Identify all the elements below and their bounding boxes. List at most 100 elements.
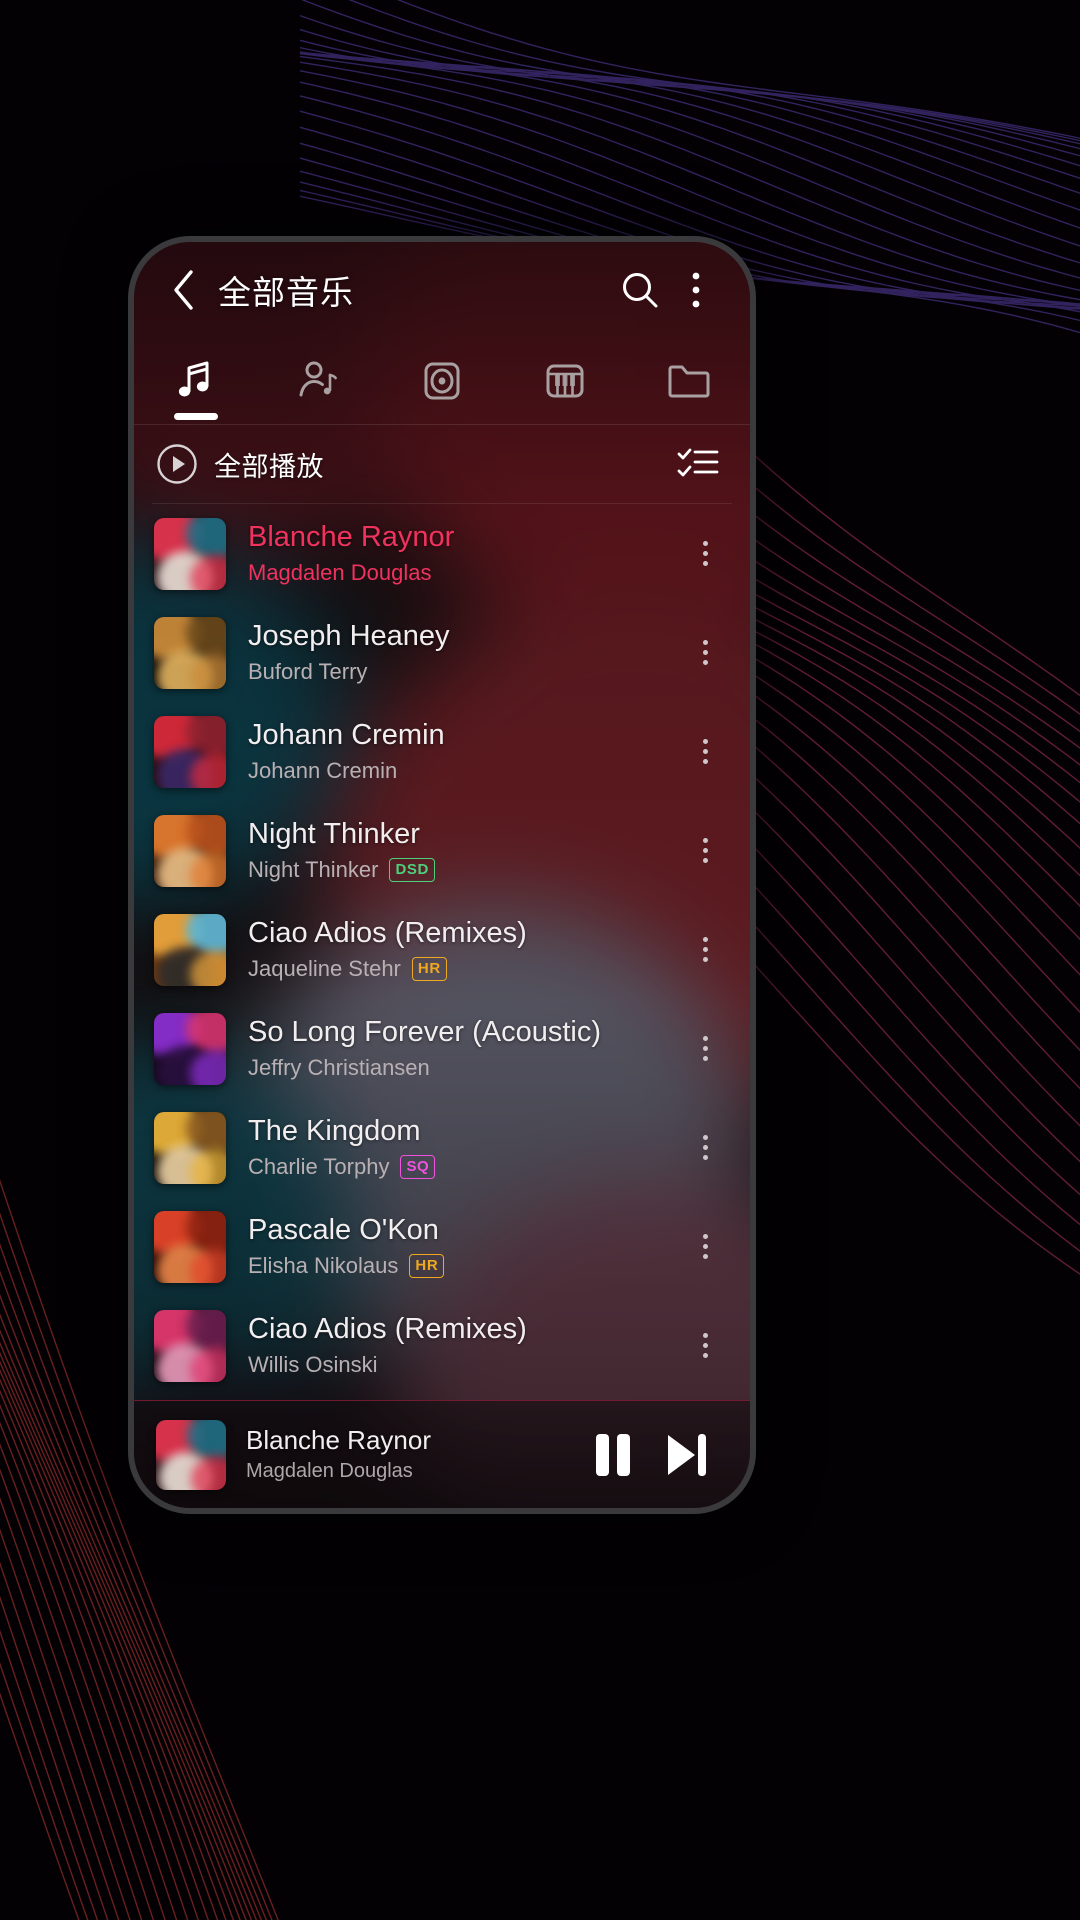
track-artist: Johann Cremin	[248, 757, 398, 783]
dot	[702, 838, 708, 843]
track-row[interactable]: Ciao Adios (Remixes) Willis Osinski	[134, 1296, 750, 1395]
phone-frame: 全部音乐 全部播放 Blanche Raynor Magdalen Dougla…	[128, 236, 756, 1514]
track-overflow-button[interactable]	[678, 1212, 732, 1282]
track-subtitle: Night Thinker DSD	[248, 857, 678, 883]
dot	[702, 858, 708, 863]
track-meta: Pascale O'Kon Elisha Nikolaus HR	[248, 1214, 678, 1278]
track-title: Pascale O'Kon	[248, 1214, 439, 1247]
track-meta: Joseph Heaney Buford Terry	[248, 620, 678, 684]
track-meta: Johann Cremin Johann Cremin	[248, 719, 678, 783]
track-title: Blanche Raynor	[248, 521, 455, 554]
artist-icon	[299, 361, 337, 397]
dot	[702, 1234, 708, 1239]
app-bar: 全部音乐	[134, 242, 750, 338]
track-artwork	[154, 814, 226, 887]
album-disc-icon	[424, 362, 460, 400]
track-overflow-button[interactable]	[678, 618, 732, 688]
track-artwork	[154, 517, 226, 590]
now-playing-meta: Blanche Raynor Magdalen Douglas	[246, 1426, 576, 1483]
page-title: 全部音乐	[218, 274, 354, 311]
track-artist: Elisha Nikolaus	[248, 1252, 399, 1278]
track-subtitle: Jeffry Christiansen	[248, 1055, 678, 1081]
track-meta: Ciao Adios (Remixes) Jaqueline Stehr HR	[248, 917, 678, 981]
dot	[702, 848, 708, 853]
track-row[interactable]: Joseph Heaney Buford Terry	[134, 603, 750, 702]
dot	[702, 1155, 708, 1160]
track-artist: Magdalen Douglas	[248, 559, 432, 585]
track-overflow-button[interactable]	[678, 717, 732, 787]
multiselect-button[interactable]	[670, 436, 726, 492]
track-row[interactable]: The Kingdom Charlie Torphy SQ	[134, 1098, 750, 1197]
quality-badge: DSD	[389, 857, 435, 882]
track-artist: Night Thinker	[248, 856, 379, 882]
track-artist: Jeffry Christiansen	[248, 1054, 430, 1080]
track-row[interactable]: Night Thinker Night Thinker DSD	[134, 801, 750, 900]
track-overflow-button[interactable]	[678, 915, 732, 985]
back-button[interactable]	[156, 262, 212, 318]
track-artwork	[154, 1012, 226, 1085]
dot	[702, 1135, 708, 1140]
tab-genres[interactable]	[504, 338, 627, 424]
checklist-icon	[677, 448, 719, 477]
active-tab-indicator	[173, 413, 218, 420]
track-overflow-button[interactable]	[678, 519, 732, 589]
tab-bar	[134, 338, 750, 424]
dot	[702, 1145, 708, 1150]
overflow-menu-button[interactable]	[668, 262, 724, 318]
track-meta: Blanche Raynor Magdalen Douglas	[248, 521, 678, 585]
track-subtitle: Buford Terry	[248, 659, 678, 685]
track-title: So Long Forever (Acoustic)	[248, 1016, 601, 1049]
search-button[interactable]	[612, 262, 668, 318]
track-row[interactable]: Johann Cremin Johann Cremin	[134, 702, 750, 801]
play-all-bar[interactable]: 全部播放	[134, 425, 750, 503]
track-title: Joseph Heaney	[248, 620, 450, 653]
dot	[702, 1353, 708, 1358]
track-artwork	[154, 1210, 226, 1283]
dot	[702, 759, 708, 764]
now-playing-title: Blanche Raynor	[246, 1426, 431, 1456]
pause-button[interactable]	[576, 1418, 650, 1492]
now-playing-artwork	[156, 1419, 226, 1490]
track-meta: Night Thinker Night Thinker DSD	[248, 818, 678, 882]
tab-albums[interactable]	[380, 338, 503, 424]
dot	[702, 1333, 708, 1338]
track-row[interactable]: Pascale O'Kon Elisha Nikolaus HR	[134, 1197, 750, 1296]
track-meta: So Long Forever (Acoustic) Jeffry Christi…	[248, 1016, 678, 1080]
track-meta: Ciao Adios (Remixes) Willis Osinski	[248, 1313, 678, 1377]
tab-artists[interactable]	[257, 338, 380, 424]
track-artwork	[154, 1309, 226, 1382]
dot	[702, 561, 708, 566]
dot	[702, 660, 708, 665]
track-artist: Buford Terry	[248, 658, 368, 684]
track-overflow-button[interactable]	[678, 1311, 732, 1381]
track-overflow-button[interactable]	[678, 1014, 732, 1084]
mini-player[interactable]: Blanche Raynor Magdalen Douglas	[134, 1400, 750, 1508]
screenshot-root: 全部音乐 全部播放 Blanche Raynor Magdalen Dougla…	[0, 0, 1080, 1920]
track-subtitle: Jaqueline Stehr HR	[248, 956, 678, 982]
track-subtitle: Charlie Torphy SQ	[248, 1154, 678, 1180]
track-subtitle: Willis Osinski	[248, 1352, 678, 1378]
quality-badge: HR	[411, 956, 447, 981]
tab-folders[interactable]	[627, 338, 750, 424]
track-list[interactable]: Blanche Raynor Magdalen Douglas Joseph Hea…	[134, 504, 750, 1400]
dot	[702, 1343, 708, 1348]
now-playing-artist: Magdalen Douglas	[246, 1459, 413, 1482]
dot	[702, 937, 708, 942]
quality-badge: SQ	[400, 1154, 436, 1179]
tab-songs[interactable]	[134, 338, 257, 424]
track-row[interactable]: So Long Forever (Acoustic) Jeffry Christi…	[134, 999, 750, 1098]
more-vertical-icon	[692, 272, 700, 308]
dot	[702, 1046, 708, 1051]
track-row[interactable]: Ciao Adios (Remixes) Jaqueline Stehr HR	[134, 900, 750, 999]
dot	[702, 947, 708, 952]
dot	[702, 739, 708, 744]
next-track-button[interactable]	[650, 1418, 724, 1492]
piano-keys-icon	[546, 364, 584, 398]
track-overflow-button[interactable]	[678, 816, 732, 886]
track-title: Ciao Adios (Remixes)	[248, 917, 527, 950]
track-row[interactable]: Blanche Raynor Magdalen Douglas	[134, 504, 750, 603]
track-overflow-button[interactable]	[678, 1113, 732, 1183]
music-note-icon	[178, 361, 209, 397]
dot	[702, 1056, 708, 1061]
dot	[702, 650, 708, 655]
